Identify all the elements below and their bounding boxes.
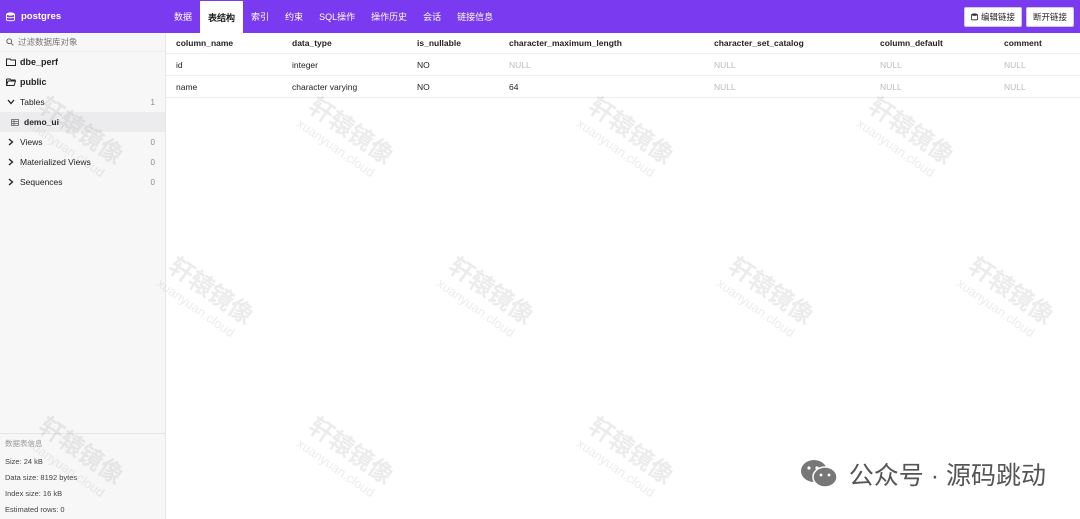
table-cell: NULL: [714, 81, 736, 92]
main-content: column_name data_type is_nullable charac…: [166, 33, 1080, 519]
schema-public[interactable]: public: [0, 72, 165, 92]
folder-open-icon: [6, 78, 16, 86]
chevron-right-icon: [6, 158, 16, 166]
table-item-demo-ui[interactable]: demo_ui: [0, 112, 165, 132]
tab-constraints[interactable]: 约束: [277, 0, 311, 33]
views-label: Views: [20, 137, 43, 147]
top-bar: postgres 数据 表结构 索引 约束 SQL操作 操作历史 会话 链接信息…: [0, 0, 1080, 33]
chevron-right-icon: [6, 138, 16, 146]
schema-dbe-perf[interactable]: dbe_perf: [0, 52, 165, 72]
chevron-right-icon: [6, 178, 16, 186]
table-row[interactable]: id integer NO NULL NULL NULL NULL: [166, 54, 1080, 76]
search-icon: [6, 38, 14, 46]
table-cell: NULL: [509, 59, 531, 70]
table-cell: id: [176, 59, 183, 70]
table-cell: NULL: [880, 81, 902, 92]
tables-count: 1: [150, 97, 155, 107]
sequences-count: 0: [150, 177, 155, 187]
db-name: postgres: [21, 11, 62, 22]
tree-materialized-views[interactable]: Materialized Views 0: [0, 152, 165, 172]
disconnect-button[interactable]: 断开链接: [1025, 7, 1074, 27]
tab-bar: 数据 表结构 索引 约束 SQL操作 操作历史 会话 链接信息: [166, 0, 501, 33]
column-header[interactable]: comment: [1004, 33, 1042, 53]
table-cell: NULL: [714, 59, 736, 70]
table-cell: NO: [417, 59, 430, 70]
table-cell: NO: [417, 81, 430, 92]
table-icon: [10, 118, 20, 126]
table-cell: NULL: [880, 59, 902, 70]
views-count: 0: [150, 137, 155, 147]
schema-label: dbe_perf: [20, 57, 59, 67]
info-estimated-rows: Estimated rows: 0: [5, 505, 65, 514]
wechat-icon: [800, 460, 838, 488]
tab-history[interactable]: 操作历史: [363, 0, 415, 33]
filter-input[interactable]: [18, 37, 148, 47]
folder-icon: [6, 58, 16, 66]
tree-views[interactable]: Views 0: [0, 132, 165, 152]
table-cell: NULL: [1004, 59, 1026, 70]
table-cell: character varying: [292, 81, 358, 92]
column-header[interactable]: column_name: [176, 33, 233, 53]
table-cell: 64: [509, 81, 519, 92]
tree-sequences[interactable]: Sequences 0: [0, 172, 165, 192]
info-index-size: Index size: 16 kB: [5, 489, 63, 498]
sequences-label: Sequences: [20, 177, 63, 187]
wechat-footer: 公众号 · 源码跳动: [799, 456, 1046, 492]
structure-table: column_name data_type is_nullable charac…: [166, 33, 1080, 98]
database-icon: [970, 13, 978, 21]
column-header[interactable]: character_maximum_length: [509, 33, 622, 53]
schema-label: public: [20, 77, 47, 87]
tab-structure[interactable]: 表结构: [200, 1, 244, 33]
table-header: column_name data_type is_nullable charac…: [166, 33, 1080, 54]
tab-index[interactable]: 索引: [243, 0, 277, 33]
table-cell: NULL: [1004, 81, 1026, 92]
disconnect-label: 断开链接: [1032, 12, 1067, 22]
tree-tables[interactable]: Tables 1: [0, 92, 165, 112]
tab-sql[interactable]: SQL操作: [311, 0, 363, 33]
edit-connection-button[interactable]: 编辑链接: [963, 7, 1022, 27]
header-actions: 编辑链接 断开链接: [963, 7, 1074, 27]
table-cell: name: [176, 81, 198, 92]
tab-sessions[interactable]: 会话: [415, 0, 449, 33]
tab-data[interactable]: 数据: [166, 0, 200, 33]
tab-connection-info[interactable]: 链接信息: [449, 0, 501, 33]
info-title: 数据表信息: [5, 439, 43, 448]
table-cell: integer: [292, 59, 318, 70]
wechat-text: 公众号 · 源码跳动: [848, 462, 1046, 490]
db-brand[interactable]: postgres: [0, 0, 166, 33]
object-filter: [0, 33, 165, 52]
mviews-label: Materialized Views: [20, 157, 91, 167]
column-header[interactable]: column_default: [880, 33, 943, 53]
info-size: Size: 24 kB: [5, 457, 43, 466]
database-icon: [6, 11, 15, 21]
column-header[interactable]: character_set_catalog: [714, 33, 804, 53]
column-header[interactable]: data_type: [292, 33, 332, 53]
mviews-count: 0: [150, 157, 155, 167]
edit-connection-label: 编辑链接: [980, 12, 1015, 22]
info-data-size: Data size: 8192 bytes: [5, 473, 78, 482]
table-item-label: demo_ui: [24, 117, 59, 127]
table-row[interactable]: name character varying NO 64 NULL NULL N…: [166, 76, 1080, 98]
column-header[interactable]: is_nullable: [417, 33, 461, 53]
sidebar: dbe_perf public Tables 1 demo_ui Views 0…: [0, 33, 166, 519]
table-info-panel: 数据表信息 Size: 24 kB Data size: 8192 bytes …: [0, 433, 165, 519]
tables-label: Tables: [20, 97, 45, 107]
chevron-down-icon: [6, 99, 16, 105]
